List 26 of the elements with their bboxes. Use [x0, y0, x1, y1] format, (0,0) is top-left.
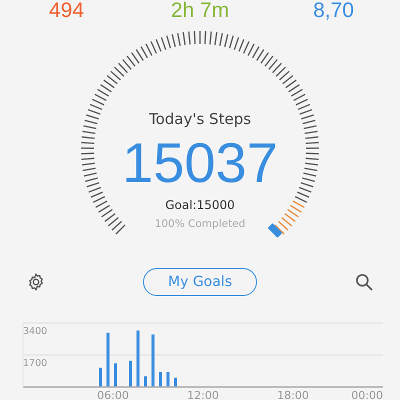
search-icon[interactable]	[354, 272, 374, 292]
x-axis-label: 06:00	[97, 389, 129, 400]
step-count: 15037	[122, 131, 278, 195]
goal-label: Goal:15000	[165, 197, 235, 214]
chart-bar	[106, 332, 110, 387]
chart-bar	[144, 376, 147, 387]
steps-title: Today's Steps	[148, 109, 252, 129]
chart-bar	[174, 378, 177, 387]
completion-label: 100% Completed	[154, 217, 246, 232]
chart-bar	[152, 334, 154, 387]
x-axis-label: 00:00	[351, 389, 383, 400]
chart-bar	[114, 363, 117, 387]
chart-bar	[99, 368, 102, 387]
chart-bar	[129, 360, 132, 387]
x-axis-label: 18:00	[277, 389, 309, 400]
x-axis-label: 12:00	[187, 389, 219, 400]
settings-icon[interactable]	[26, 272, 46, 292]
stat-value: 2h 7m	[170, 0, 230, 22]
my-goals-button[interactable]: My Goals	[143, 268, 257, 296]
y-axis-label: 1700	[23, 358, 48, 369]
y-axis-label: 3400	[23, 326, 48, 337]
stat-value: 8,70	[313, 0, 354, 22]
chart-bar	[136, 330, 140, 387]
chart-bar	[159, 372, 162, 387]
chart-bar	[166, 372, 170, 387]
stat-value: 494	[48, 0, 84, 22]
